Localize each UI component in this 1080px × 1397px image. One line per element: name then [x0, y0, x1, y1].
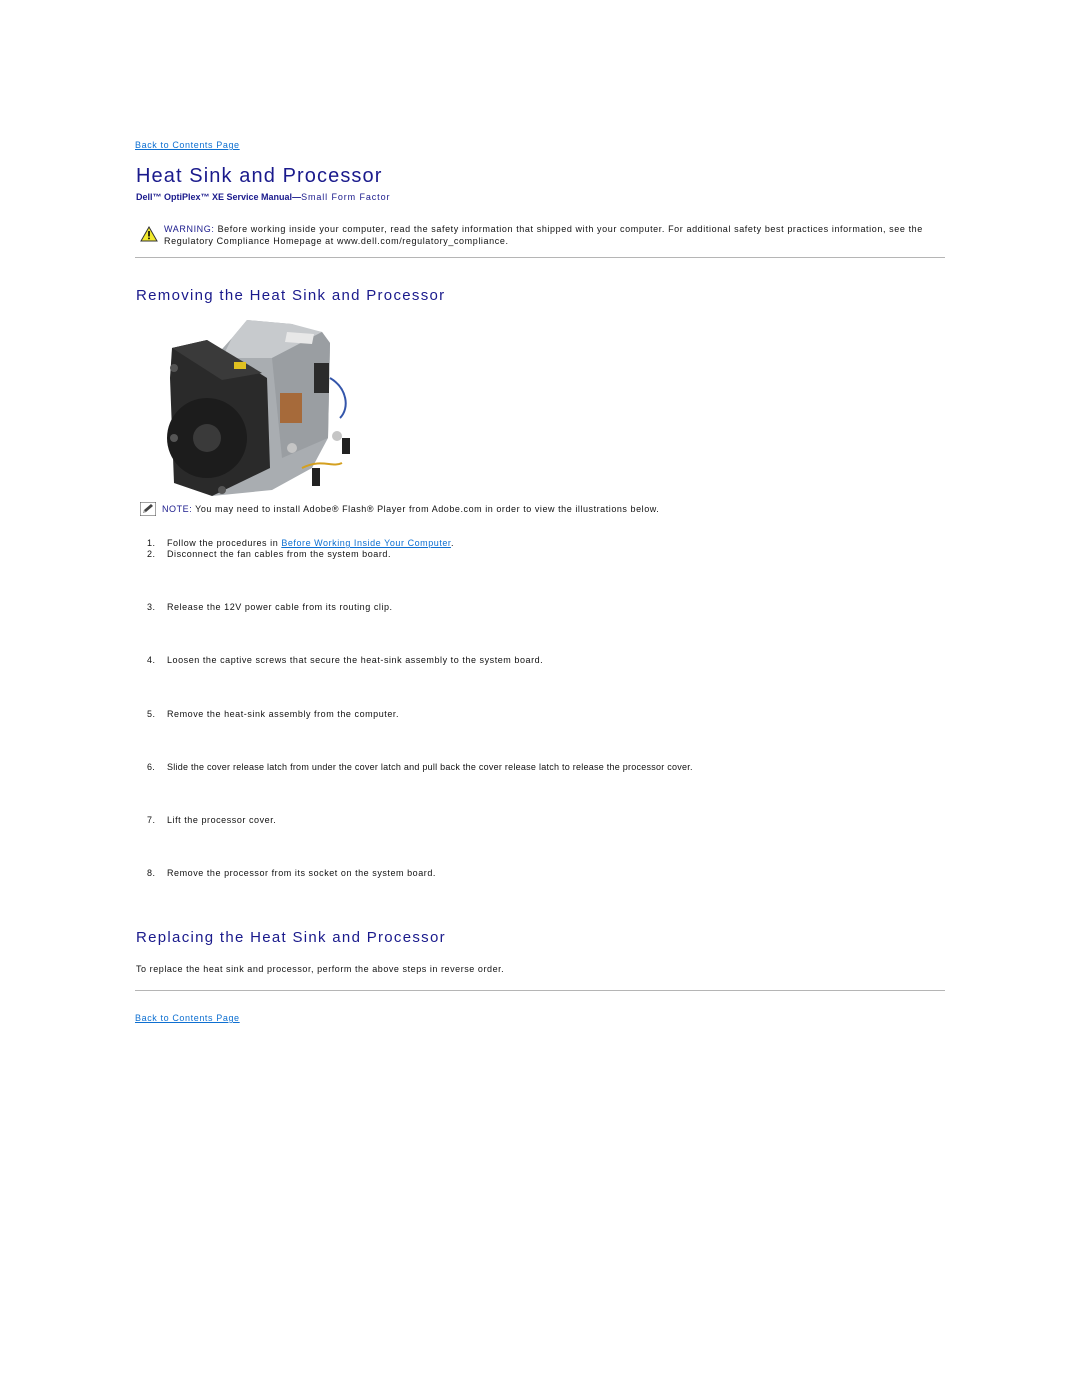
step-number: 7. [147, 815, 156, 825]
step-item: 2. Disconnect the fan cables from the sys… [147, 549, 391, 559]
note-pencil-icon [140, 502, 156, 516]
step-item: 8. Remove the processor from its socket o… [147, 868, 436, 878]
warning-triangle-icon [140, 226, 158, 242]
warning-label: WARNING: [164, 224, 215, 234]
step-item: 7. Lift the processor cover. [147, 815, 276, 825]
section-heading-replacing: Replacing the Heat Sink and Processor [136, 929, 446, 946]
heat-sink-image [167, 320, 350, 496]
step-number: 3. [147, 602, 156, 612]
back-to-contents-link-bottom[interactable]: Back to Contents Page [135, 1013, 240, 1023]
step-number: 4. [147, 655, 156, 665]
step-number: 6. [147, 762, 156, 772]
step-text: Lift the processor cover. [167, 815, 277, 825]
step-text: Remove the heat-sink assembly from the c… [167, 709, 399, 719]
step-text: Loosen the captive screws that secure th… [167, 655, 544, 665]
step-item: 6. Slide the cover release latch from und… [147, 762, 693, 772]
divider [135, 257, 945, 258]
step-item: 1. Follow the procedures in Before Workin… [147, 538, 454, 548]
step-item: 3. Release the 12V power cable from its r… [147, 602, 393, 612]
step-text: Follow the procedures in [167, 538, 282, 548]
step-suffix: . [450, 538, 455, 548]
manual-brand: Dell™ OptiPlex™ XE Service Manual [136, 192, 293, 202]
before-working-inside-link[interactable]: Before Working Inside Your Computer [281, 538, 451, 548]
note-text: NOTE: You may need to install Adobe® Fla… [162, 504, 659, 514]
step-item: 5. Remove the heat-sink assembly from the… [147, 709, 399, 719]
step-text: Disconnect the fan cables from the syste… [167, 549, 391, 559]
step-number: 1. [147, 538, 156, 548]
step-number: 2. [147, 549, 156, 559]
section-heading-removing: Removing the Heat Sink and Processor [136, 287, 446, 304]
replace-instructions: To replace the heat sink and processor, … [136, 964, 505, 974]
back-to-contents-link-top[interactable]: Back to Contents Page [135, 140, 240, 150]
note-label: NOTE: [162, 504, 193, 514]
step-text: Release the 12V power cable from its rou… [167, 602, 393, 612]
page-title: Heat Sink and Processor [136, 165, 383, 187]
warning-text: WARNING: Before working inside your comp… [164, 224, 944, 247]
manual-subtitle: Dell™ OptiPlex™ XE Service Manual—Small … [136, 192, 390, 202]
note-body: You may need to install Adobe® Flash® Pl… [192, 504, 660, 514]
subtitle-dash: — [292, 192, 302, 202]
step-text: Remove the processor from its socket on … [167, 868, 436, 878]
step-item: 4. Loosen the captive screws that secure … [147, 655, 543, 665]
step-number: 5. [147, 709, 156, 719]
warning-body: Before working inside your computer, rea… [164, 224, 923, 246]
divider [135, 990, 945, 991]
step-text: Slide the cover release latch from under… [167, 762, 693, 772]
form-factor: Small Form Factor [301, 192, 391, 202]
step-number: 8. [147, 868, 156, 878]
